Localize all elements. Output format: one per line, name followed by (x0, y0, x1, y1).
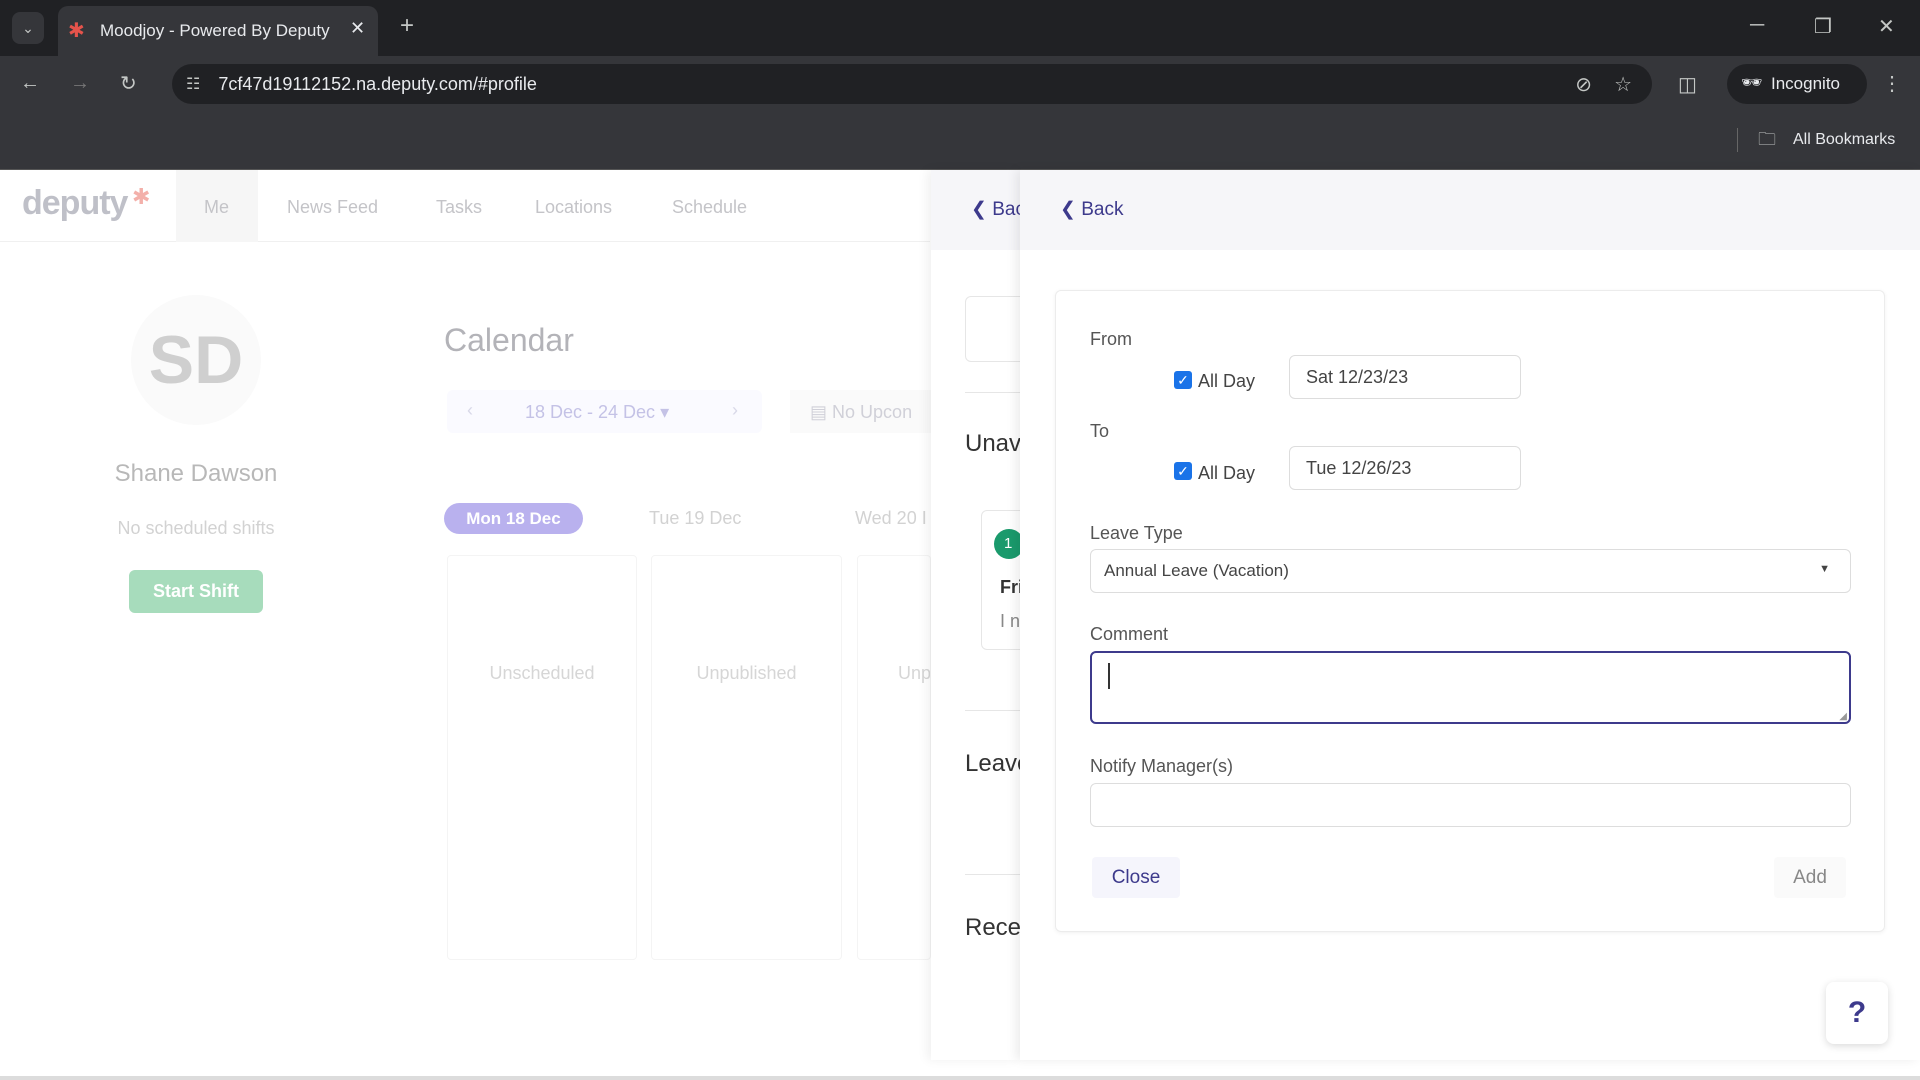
day-column: Unpublished (651, 555, 842, 960)
calendar-title: Calendar (444, 322, 574, 358)
deputy-logo-icon: ✱ (132, 184, 151, 209)
leave-form-card: From ✓ All Day Sat 12/23/23 To ✓ All Day… (1055, 290, 1885, 932)
unavailability-card[interactable]: 1 Fri I n (981, 510, 1020, 650)
folder-icon: 🗀 (1758, 129, 1776, 149)
address-bar[interactable]: ☷ 7cf47d19112152.na.deputy.com/#profile … (172, 64, 1652, 104)
card-text: I n (1000, 611, 1020, 631)
close-window-icon[interactable]: ✕ (1878, 14, 1895, 39)
next-week-icon[interactable]: › (732, 400, 738, 421)
nav-tasks[interactable]: Tasks (436, 197, 482, 218)
side-panel-icon[interactable]: ◫ (1678, 72, 1697, 97)
deputy-favicon-icon: ✱ (68, 20, 85, 42)
incognito-icon: 🕶 (1741, 73, 1763, 92)
top-nav: deputy ✱ Me News Feed Tasks Locations Sc… (0, 170, 930, 242)
forward-icon[interactable]: → (70, 72, 90, 95)
incognito-badge[interactable]: 🕶 Incognito (1727, 64, 1867, 104)
dropdown-arrow-icon: ▼ (1819, 563, 1830, 575)
to-date-input[interactable]: Tue 12/26/23 (1289, 446, 1521, 490)
bookmarks-bar: 🗀 All Bookmarks (0, 112, 1920, 170)
profile-name: Shane Dawson (114, 460, 278, 487)
comment-textarea[interactable]: ◢ (1090, 651, 1851, 724)
bookmark-star-icon[interactable]: ☆ (1614, 72, 1632, 97)
close-tab-icon[interactable]: ✕ (350, 18, 365, 39)
eye-off-icon[interactable]: ⊘ (1575, 72, 1592, 97)
site-info-icon[interactable]: ☷ (186, 74, 200, 94)
deputy-logo[interactable]: deputy (22, 184, 128, 223)
nav-schedule[interactable]: Schedule (672, 197, 747, 218)
reload-icon[interactable]: ↻ (120, 71, 137, 96)
prev-week-icon[interactable]: ‹ (467, 400, 473, 421)
comment-label: Comment (1090, 624, 1169, 644)
section-heading: Leave (965, 750, 1020, 777)
upcoming-button[interactable]: ▤ No Upcon (790, 390, 931, 433)
notify-managers-input[interactable] (1090, 783, 1851, 827)
card-title: Fri (1000, 577, 1020, 597)
page: deputy ✱ Me News Feed Tasks Locations Sc… (0, 170, 1920, 1080)
date-range-dropdown[interactable]: 18 Dec - 24 Dec ▾ (525, 402, 669, 423)
browser-tab[interactable]: ✱ Moodjoy - Powered By Deputy ✕ (58, 6, 378, 56)
bottom-edge (0, 1076, 1920, 1080)
badge: 1 (994, 529, 1020, 559)
day-column: Unp (857, 555, 931, 960)
middle-back-button[interactable]: ❮ Bac (971, 198, 1020, 221)
day-wed[interactable]: Wed 20 I (855, 508, 931, 529)
to-label: To (1090, 421, 1110, 441)
url-text: 7cf47d19112152.na.deputy.com/#profile (218, 74, 537, 94)
nav-news-feed[interactable]: News Feed (287, 197, 378, 218)
incognito-label: Incognito (1771, 74, 1840, 93)
text-cursor (1108, 663, 1110, 689)
menu-icon[interactable]: ⋮ (1882, 71, 1902, 96)
resize-handle-icon[interactable]: ◢ (1839, 711, 1847, 722)
browser-tab-strip: ⌄ ✱ Moodjoy - Powered By Deputy ✕ + ─ ❐ … (0, 0, 1920, 56)
leave-request-panel: ❮ Back From ✓ All Day Sat 12/23/23 To ✓ … (1020, 170, 1920, 1060)
tab-search-icon[interactable]: ⌄ (12, 12, 44, 44)
calendar-icon: ▤ (810, 402, 828, 422)
leave-type-label: Leave Type (1090, 523, 1183, 543)
avatar: SD (131, 295, 261, 425)
back-icon[interactable]: ← (20, 72, 40, 95)
to-all-day-checkbox[interactable]: ✓ (1174, 462, 1192, 480)
new-tab-icon[interactable]: + (400, 12, 414, 40)
from-all-day-label: All Day (1198, 371, 1256, 391)
notify-label: Notify Manager(s) (1090, 756, 1234, 776)
from-date-input[interactable]: Sat 12/23/23 (1289, 355, 1521, 399)
date-range-nav: ‹ 18 Dec - 24 Dec ▾ › (447, 390, 762, 433)
section-heading: Unav (965, 430, 1020, 457)
add-button[interactable]: Add (1774, 857, 1846, 898)
leave-type-value: Annual Leave (Vacation) (1104, 561, 1289, 580)
minimize-icon[interactable]: ─ (1750, 14, 1764, 37)
back-button[interactable]: ❮ Back (1060, 198, 1123, 221)
nav-me[interactable]: Me (204, 197, 229, 218)
all-bookmarks[interactable]: All Bookmarks (1793, 131, 1895, 149)
nav-locations[interactable]: Locations (535, 197, 612, 218)
from-label: From (1090, 329, 1132, 349)
day-column: Unscheduled (447, 555, 637, 960)
start-shift-button[interactable]: Start Shift (129, 570, 263, 613)
to-all-day-label: All Day (1198, 463, 1256, 483)
shift-status: No scheduled shifts (117, 518, 275, 538)
day-tue[interactable]: Tue 19 Dec (649, 508, 741, 529)
close-button[interactable]: Close (1092, 857, 1180, 898)
from-all-day-checkbox[interactable]: ✓ (1174, 371, 1192, 389)
section-heading: Rece (965, 914, 1020, 941)
day-pill-mon[interactable]: Mon 18 Dec (444, 503, 583, 534)
help-button[interactable]: ? (1826, 982, 1888, 1044)
restore-icon[interactable]: ❐ (1814, 14, 1832, 39)
tab-title: Moodjoy - Powered By Deputy (100, 21, 330, 40)
leave-type-select[interactable]: Annual Leave (Vacation) ▼ (1090, 549, 1851, 593)
middle-panel: ❮ Bac Unav 1 Fri I n Leave Rece (931, 170, 1020, 1060)
